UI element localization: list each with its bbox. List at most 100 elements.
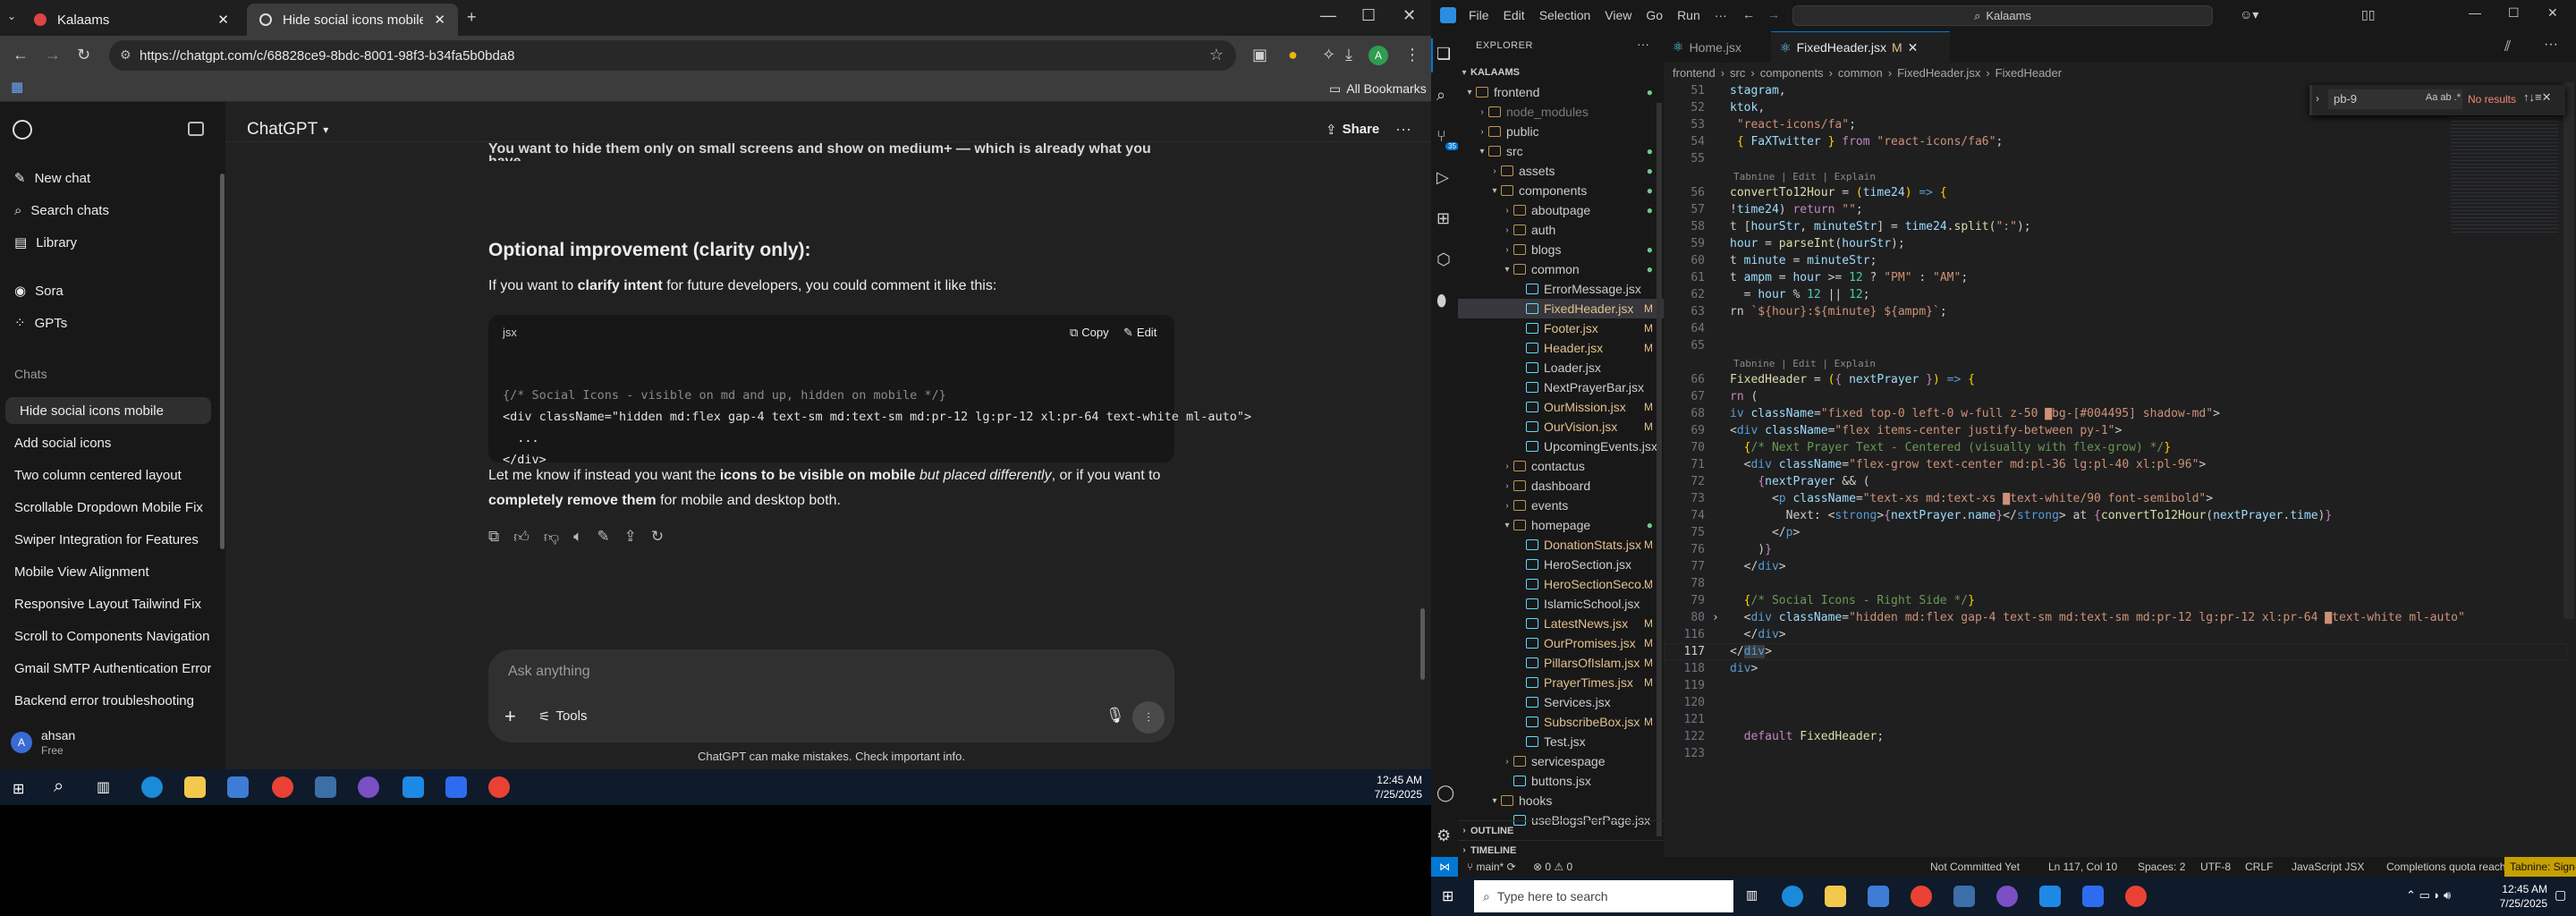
tree-folder[interactable]: ▾ src ● (1458, 141, 1664, 161)
more-actions-icon[interactable]: ··· (1637, 37, 1649, 51)
thumbs-up-icon[interactable]: 👍︎ (513, 528, 530, 547)
github-icon[interactable] (1996, 886, 2018, 907)
clock[interactable]: 12:45 AM 7/25/2025 (2485, 882, 2547, 911)
tree-file[interactable]: ErrorMessage.jsx (1458, 279, 1664, 299)
download-icon[interactable]: ⤓ (1345, 47, 1352, 63)
tab-home-jsx[interactable]: ⚛ Home.jsx (1664, 31, 1771, 63)
chat-history-item[interactable]: Hide social icons mobile (5, 397, 211, 424)
reload-icon[interactable]: ↻ (77, 47, 90, 63)
find-input[interactable]: pb-9 Aa ab .* (2328, 89, 2462, 109)
search-icon[interactable]: ⌕ (54, 776, 64, 797)
close-icon[interactable]: ✕ (1908, 40, 1919, 55)
tree-folder[interactable]: › node_modules (1458, 102, 1664, 122)
encoding[interactable]: UTF-8 (2200, 861, 2231, 873)
close-window-icon[interactable]: ✕ (1402, 7, 1416, 23)
tree-folder[interactable]: › contactus (1458, 456, 1664, 476)
tree-file[interactable]: DonationStats.jsx M (1458, 535, 1664, 555)
tab-fixedheader-jsx[interactable]: ⚛ FixedHeader.jsx M ✕ (1771, 31, 1950, 63)
menu-item[interactable]: Edit (1504, 8, 1525, 22)
bookmark-star-icon[interactable]: ☆ (1209, 46, 1224, 64)
menu-item[interactable]: File (1469, 8, 1489, 22)
openai-logo-icon[interactable] (13, 120, 32, 140)
extensions-puzzle-icon[interactable]: ✧ (1322, 47, 1335, 63)
tree-folder[interactable]: ▾ hooks (1458, 791, 1664, 810)
tabnine-status[interactable]: Tabnine: Sign-in is required (2504, 857, 2576, 877)
browser-tab-chatgpt[interactable]: Hide social icons mobile ✕ (247, 4, 458, 36)
tab-search-icon[interactable]: ⌄ (7, 11, 16, 21)
close-icon[interactable]: ✕ (217, 12, 229, 28)
split-editor-icon[interactable]: ⫽ (2504, 39, 2511, 55)
chrome-icon[interactable] (2125, 886, 2147, 907)
sidebar-sora[interactable]: ◉ Sora (0, 277, 211, 304)
back-icon[interactable]: ← (13, 47, 29, 63)
tree-file[interactable]: Footer.jsx M (1458, 318, 1664, 338)
fold-chevron-icon[interactable]: › (1712, 609, 1719, 626)
find-actions[interactable]: ↑↓≡✕ (2523, 90, 2551, 105)
tree-file[interactable]: FixedHeader.jsx M (1458, 299, 1664, 318)
git-blame[interactable]: Not Committed Yet (1930, 861, 2020, 873)
sidebar-scrollbar[interactable] (220, 174, 225, 549)
tabnine-icon[interactable]: ⬮ (1436, 293, 1446, 309)
store-icon[interactable] (227, 776, 249, 798)
sidebar-gpts[interactable]: ⁘ GPTs (0, 310, 211, 336)
tree-folder[interactable]: › events (1458, 496, 1664, 515)
file-explorer-icon[interactable] (184, 776, 206, 798)
breadcrumb-item[interactable]: FixedHeader (1996, 66, 2062, 80)
command-center[interactable]: ⌕ Kalaams (1792, 5, 2213, 26)
browser-menu-icon[interactable]: ⋮ (1404, 47, 1420, 63)
tree-folder[interactable]: › aboutpage ● (1458, 200, 1664, 220)
zoom-icon[interactable] (2082, 886, 2104, 907)
tree-file[interactable]: Header.jsx M (1458, 338, 1664, 358)
tree-file[interactable]: OurPromises.jsx M (1458, 633, 1664, 653)
browser-tab-kalaams[interactable]: Kalaams ✕ (21, 4, 242, 36)
chrome-icon[interactable] (488, 776, 510, 798)
tree-file[interactable]: HeroSection.jsx (1458, 555, 1664, 574)
line-endings[interactable]: CRLF (2245, 861, 2273, 873)
tree-folder[interactable]: › servicespage (1458, 751, 1664, 771)
vscode-icon[interactable] (402, 776, 424, 798)
tree-folder[interactable]: ▾ homepage ● (1458, 515, 1664, 535)
copilot-icon[interactable]: ☺▾ (2240, 7, 2258, 22)
tree-file[interactable]: PillarsOfIslam.jsx M (1458, 653, 1664, 673)
chat-history-item[interactable]: Mobile View Alignment (0, 558, 211, 585)
task-view-icon[interactable]: ▥ (97, 778, 110, 796)
profile-avatar[interactable]: A (1368, 46, 1388, 65)
editor-scrollbar[interactable] (2563, 82, 2574, 619)
completions-quota[interactable]: Completions quota reached (2386, 861, 2518, 873)
chat-history-item[interactable]: Scrollable Dropdown Mobile Fix (0, 494, 211, 521)
tree-file[interactable]: NextPrayerBar.jsx (1458, 377, 1664, 397)
search-icon[interactable]: ⌕ (1436, 87, 1445, 103)
nav-forward-icon[interactable]: → (1767, 7, 1780, 21)
taskbar-search-box[interactable]: ⌕ Type here to search (1474, 880, 1733, 912)
run-debug-icon[interactable]: ▷ (1436, 169, 1449, 185)
git-branch[interactable]: ⑂ main* ⟳ (1467, 861, 1516, 873)
account-icon[interactable]: ◯ (1436, 785, 1454, 801)
copy-icon[interactable]: ⧉ (488, 528, 499, 547)
indentation[interactable]: Spaces: 2 (2138, 861, 2185, 873)
tree-file[interactable]: IslamicSchool.jsx (1458, 594, 1664, 614)
edit-icon[interactable]: ✎ (597, 528, 609, 547)
tree-file[interactable]: OurVision.jsx M (1458, 417, 1664, 437)
menu-item[interactable]: Go (1646, 8, 1663, 22)
task-view-icon[interactable]: ▥ (1746, 887, 1758, 903)
breadcrumb-item[interactable]: components (1760, 66, 1824, 80)
chat-scrollbar[interactable] (1420, 608, 1425, 680)
chat-history-item[interactable]: Scroll to Components Navigation (0, 623, 211, 649)
nav-back-icon[interactable]: ← (1742, 7, 1755, 21)
menu-item[interactable]: Run (1677, 8, 1700, 22)
chat-history-item[interactable]: Backend error troubleshooting (0, 687, 211, 714)
chat-input[interactable]: Ask anything (508, 664, 590, 680)
more-options-icon[interactable]: ··· (1395, 120, 1411, 139)
outline-section[interactable]: › OUTLINE (1458, 820, 1664, 840)
close-icon[interactable]: ✕ (434, 12, 445, 28)
layout-icon[interactable]: ▯▯ (2361, 7, 2375, 22)
chat-history-item[interactable]: Add social icons (0, 429, 211, 456)
tree-file[interactable]: OurMission.jsx M (1458, 397, 1664, 417)
user-menu[interactable]: A ahsan Free (11, 725, 216, 760)
tree-file[interactable]: Test.jsx (1458, 732, 1664, 751)
tree-folder[interactable]: ▾ components ● (1458, 181, 1664, 200)
toggle-sidebar-icon[interactable] (188, 122, 204, 136)
microphone-icon[interactable]: 🎙︎ (1106, 707, 1125, 725)
tree-file[interactable]: UpcomingEvents.jsx (1458, 437, 1664, 456)
chrome-icon[interactable] (272, 776, 293, 798)
